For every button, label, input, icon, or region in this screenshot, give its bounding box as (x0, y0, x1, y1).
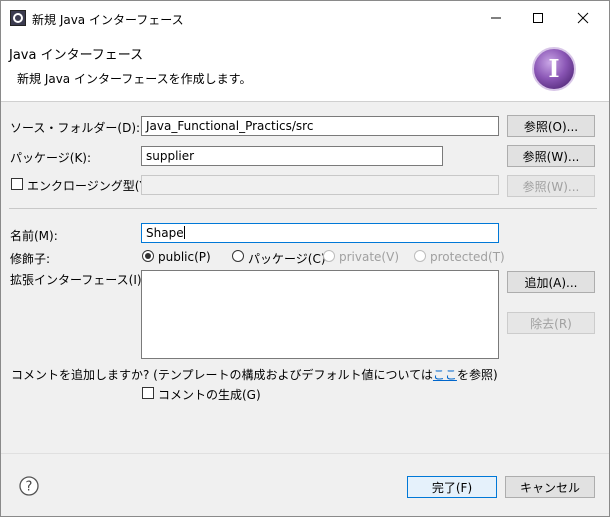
modifier-protected-label: protected(T) (430, 250, 505, 264)
source-folder-label: ソース・フォルダー(D): (10, 121, 141, 135)
maximize-button[interactable] (515, 1, 561, 35)
enclosing-type-input[interactable] (141, 175, 499, 195)
close-icon (577, 12, 589, 24)
new-java-interface-dialog: 新規 Java インターフェース Java インターフェース 新規 Java イ… (0, 0, 610, 517)
minimize-button[interactable] (473, 1, 519, 35)
remove-interface-button[interactable]: 除去(R) (507, 312, 595, 334)
separator (9, 208, 597, 209)
modifier-public-label: public(P) (158, 250, 211, 264)
add-interface-button[interactable]: 追加(A)... (507, 271, 595, 293)
source-folder-input[interactable]: Java_Functional_Practics/src (141, 116, 499, 136)
modifier-private-label: private(V) (339, 250, 399, 264)
close-button[interactable] (560, 1, 606, 35)
extended-interfaces-label: 拡張インターフェース(I): (10, 273, 146, 287)
modifiers-label: 修飾子: (10, 252, 51, 266)
generate-comments-checkbox[interactable] (142, 387, 154, 399)
enclosing-type-browse-button[interactable]: 参照(W)... (507, 175, 595, 197)
enclosing-type-label: エンクロージング型(Y): (27, 179, 156, 193)
modifier-private-radio[interactable] (323, 250, 335, 262)
comment-prompt: コメントを追加しますか? (テンプレートの構成およびデフォルト値についてはここを… (11, 366, 498, 383)
maximize-icon (533, 13, 543, 23)
wizard-banner: Java インターフェース 新規 Java インターフェースを作成します。 I (1, 35, 609, 102)
footer-separator (1, 453, 609, 454)
enclosing-type-checkbox[interactable] (11, 178, 23, 190)
banner-title: Java インターフェース (9, 48, 144, 63)
title-bar: 新規 Java インターフェース (1, 1, 609, 35)
modifier-protected-radio[interactable] (414, 250, 426, 262)
radio-selected-dot (145, 253, 151, 259)
package-input[interactable]: supplier (141, 146, 443, 166)
templates-link[interactable]: ここ (433, 368, 457, 382)
name-input-value: Shape (146, 226, 184, 240)
eclipse-app-icon (10, 10, 26, 26)
cancel-button[interactable]: キャンセル (505, 476, 595, 498)
finish-button[interactable]: 完了(F) (407, 476, 497, 498)
comment-prompt-suffix: を参照) (456, 368, 498, 382)
banner-description: 新規 Java インターフェースを作成します。 (17, 72, 252, 86)
name-label: 名前(M): (10, 229, 58, 243)
source-folder-browse-button[interactable]: 参照(O)... (507, 115, 595, 137)
interface-logo-icon: I (531, 46, 577, 92)
modifier-package-label: パッケージ(C) (248, 252, 326, 266)
help-icon[interactable]: ? (19, 476, 39, 496)
text-caret (183, 226, 185, 239)
minimize-icon (491, 17, 501, 19)
modifier-public-radio[interactable] (142, 250, 154, 262)
name-input[interactable]: Shape (141, 223, 499, 243)
package-browse-button[interactable]: 参照(W)... (507, 145, 595, 167)
generate-comments-label: コメントの生成(G) (158, 388, 261, 402)
package-label: パッケージ(K): (10, 151, 92, 165)
svg-text:?: ? (26, 480, 33, 495)
comment-prompt-text: コメントを追加しますか? (テンプレートの構成およびデフォルト値については (11, 368, 433, 382)
extended-interfaces-list[interactable] (141, 270, 499, 359)
modifier-package-radio[interactable] (232, 250, 244, 262)
svg-text:I: I (548, 54, 559, 83)
window-title: 新規 Java インターフェース (32, 13, 184, 27)
